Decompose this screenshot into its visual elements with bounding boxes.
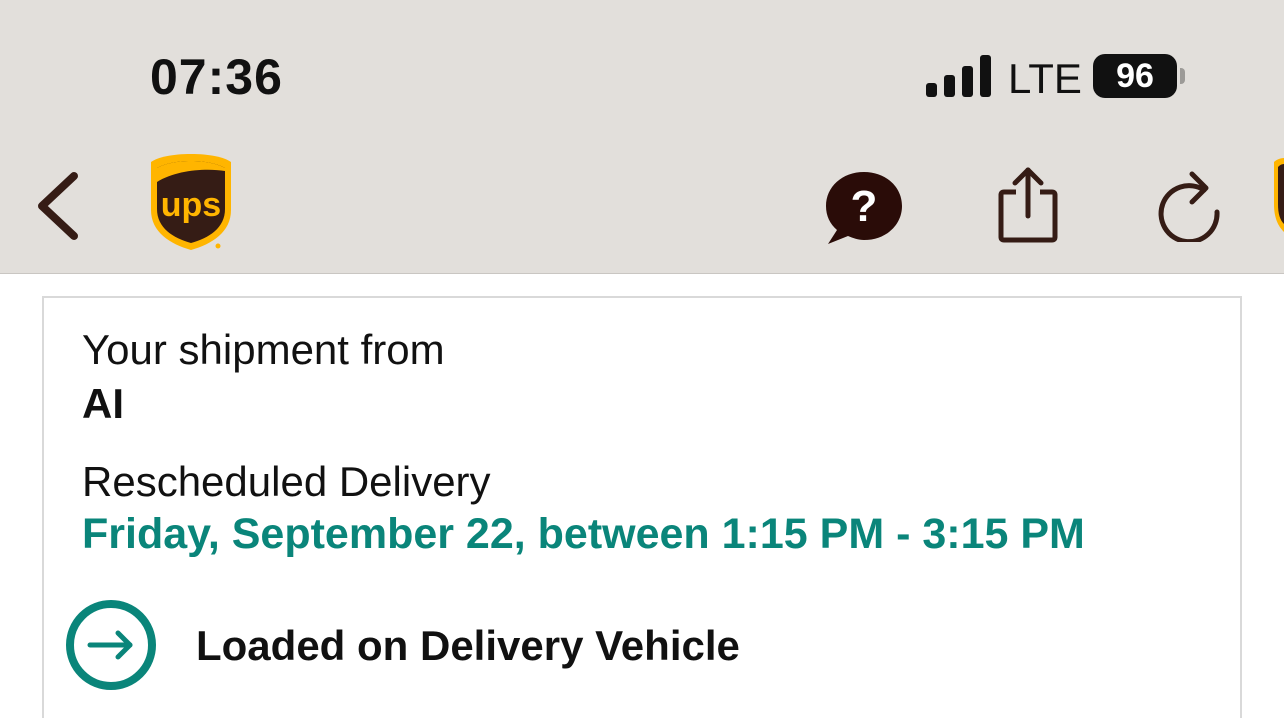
arrow-right-circle-icon <box>66 600 156 690</box>
help-icon[interactable]: ? <box>822 168 906 246</box>
status-time: 07:36 <box>150 49 283 105</box>
ups-logo: ups <box>151 154 231 250</box>
refresh-icon[interactable] <box>1156 168 1222 242</box>
delivery-status-label: Rescheduled Delivery <box>82 458 491 505</box>
battery-indicator: 96 <box>1093 54 1177 98</box>
delivery-window: Friday, September 22, between 1:15 PM - … <box>82 510 1085 558</box>
shipment-from-label: Your shipment from <box>82 326 445 373</box>
chevron-left-icon[interactable] <box>30 170 86 242</box>
shipment-sender-name: AI <box>82 380 124 427</box>
tracking-status-text: Loaded on Delivery Vehicle <box>196 622 740 669</box>
battery-tip <box>1180 68 1185 84</box>
ups-logo-edge <box>1274 158 1284 232</box>
share-icon[interactable] <box>996 166 1060 244</box>
svg-text:?: ? <box>851 182 878 231</box>
cell-signal-icon <box>926 55 991 97</box>
svg-text:ups: ups <box>161 186 221 224</box>
network-label: LTE <box>1008 55 1082 102</box>
